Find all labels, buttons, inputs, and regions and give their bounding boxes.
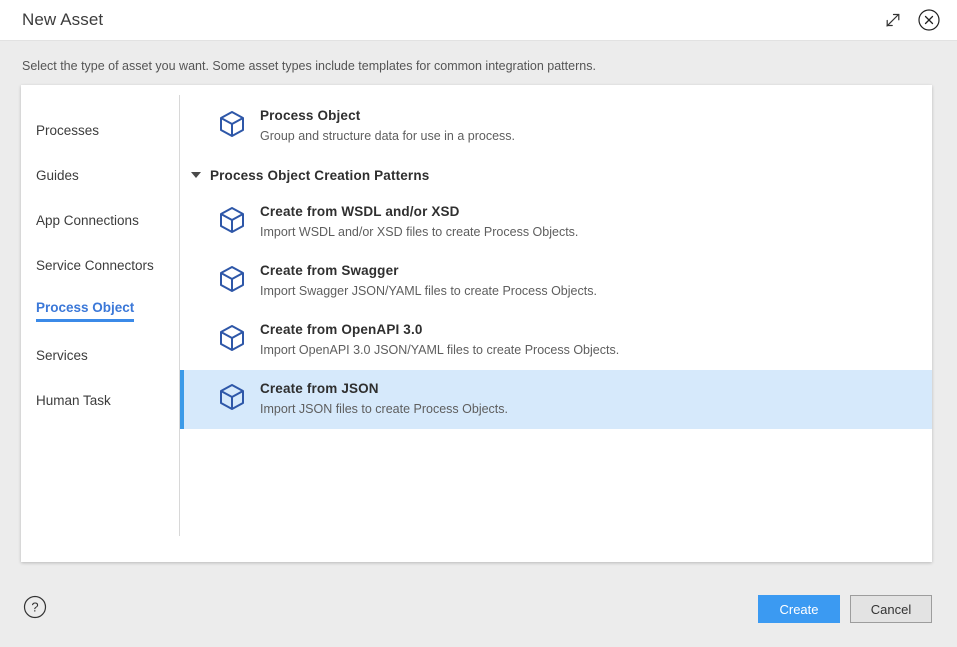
svg-text:?: ?	[31, 599, 38, 614]
section-header-label: Process Object Creation Patterns	[210, 167, 430, 183]
asset-option-create-from-json[interactable]: Create from JSON Import JSON files to cr…	[180, 369, 932, 429]
asset-option-title: Create from JSON	[260, 380, 379, 396]
cube-icon	[218, 203, 248, 235]
sidebar-item-process-object[interactable]: Process Object	[21, 289, 180, 334]
sidebar-item-processes[interactable]: Processes	[21, 109, 180, 154]
close-circle-icon[interactable]	[915, 6, 943, 34]
asset-type-card: Processes Guides App Connections Service…	[21, 85, 932, 562]
asset-option-create-from-swagger[interactable]: Create from Swagger Import Swagger JSON/…	[180, 252, 932, 311]
sidebar-item-human-task[interactable]: Human Task	[21, 379, 180, 424]
asset-option-title: Create from WSDL and/or XSD	[260, 203, 460, 219]
create-button[interactable]: Create	[758, 595, 840, 623]
sidebar-item-label: App Connections	[36, 212, 139, 228]
asset-type-list: Process Object Group and structure data …	[180, 85, 932, 562]
asset-option-title: Process Object	[260, 108, 361, 123]
asset-option-description: Import WSDL and/or XSD files to create P…	[260, 225, 579, 240]
titlebar-actions	[879, 6, 943, 34]
asset-option-process-object[interactable]: Process Object Group and structure data …	[180, 97, 932, 156]
expand-diagonal-icon[interactable]	[879, 6, 907, 34]
help-circle-icon[interactable]: ?	[22, 594, 48, 625]
asset-option-description: Group and structure data for use in a pr…	[260, 129, 515, 144]
asset-option-text: Create from WSDL and/or XSD Import WSDL …	[260, 203, 578, 242]
asset-option-title: Create from OpenAPI 3.0	[260, 321, 423, 337]
dialog-titlebar: New Asset	[0, 0, 957, 41]
section-header-creation-patterns[interactable]: Process Object Creation Patterns	[180, 156, 932, 193]
asset-option-description: Import JSON files to create Process Obje…	[260, 402, 508, 417]
cube-icon	[218, 262, 248, 294]
sidebar-item-label: Services	[36, 347, 88, 363]
asset-option-text: Process Object Group and structure data …	[260, 107, 515, 146]
sidebar-item-label: Processes	[36, 122, 100, 138]
asset-option-create-from-openapi-30[interactable]: Create from OpenAPI 3.0 Import OpenAPI 3…	[180, 311, 932, 370]
dialog-footer: ? Create Cancel	[0, 571, 957, 647]
sidebar-item-label: Process Object	[36, 301, 135, 322]
asset-option-description: Import OpenAPI 3.0 JSON/YAML files to cr…	[260, 343, 620, 358]
sidebar-item-services[interactable]: Services	[21, 334, 180, 379]
sidebar-item-guides[interactable]: Guides	[21, 154, 180, 199]
asset-option-text: Create from Swagger Import Swagger JSON/…	[260, 262, 597, 301]
sidebar-item-label: Human Task	[36, 392, 111, 408]
asset-option-title: Create from Swagger	[260, 262, 399, 278]
sidebar-item-service-connectors[interactable]: Service Connectors	[21, 244, 180, 289]
cube-icon	[218, 107, 248, 139]
asset-option-text: Create from JSON Import JSON files to cr…	[260, 380, 508, 419]
cube-icon	[218, 321, 248, 353]
dialog-title: New Asset	[22, 10, 104, 29]
new-asset-dialog: New Asset Select the type of asset you w…	[0, 0, 957, 647]
asset-category-sidebar: Processes Guides App Connections Service…	[21, 85, 180, 562]
cube-icon	[218, 380, 248, 412]
sidebar-item-app-connections[interactable]: App Connections	[21, 199, 180, 244]
dialog-subtitle: Select the type of asset you want. Some …	[22, 59, 596, 73]
footer-actions: Create Cancel	[758, 595, 932, 623]
dialog-subtitle-bar: Select the type of asset you want. Some …	[0, 41, 957, 85]
triangle-down-icon	[191, 172, 201, 179]
card-wrapper: Processes Guides App Connections Service…	[0, 85, 957, 571]
asset-option-create-from-wsdl-xsd[interactable]: Create from WSDL and/or XSD Import WSDL …	[180, 193, 932, 252]
sidebar-item-label: Service Connectors	[36, 257, 154, 273]
asset-option-description: Import Swagger JSON/YAML files to create…	[260, 284, 597, 299]
sidebar-item-label: Guides	[36, 167, 79, 183]
asset-option-text: Create from OpenAPI 3.0 Import OpenAPI 3…	[260, 321, 619, 360]
cancel-button[interactable]: Cancel	[850, 595, 932, 623]
